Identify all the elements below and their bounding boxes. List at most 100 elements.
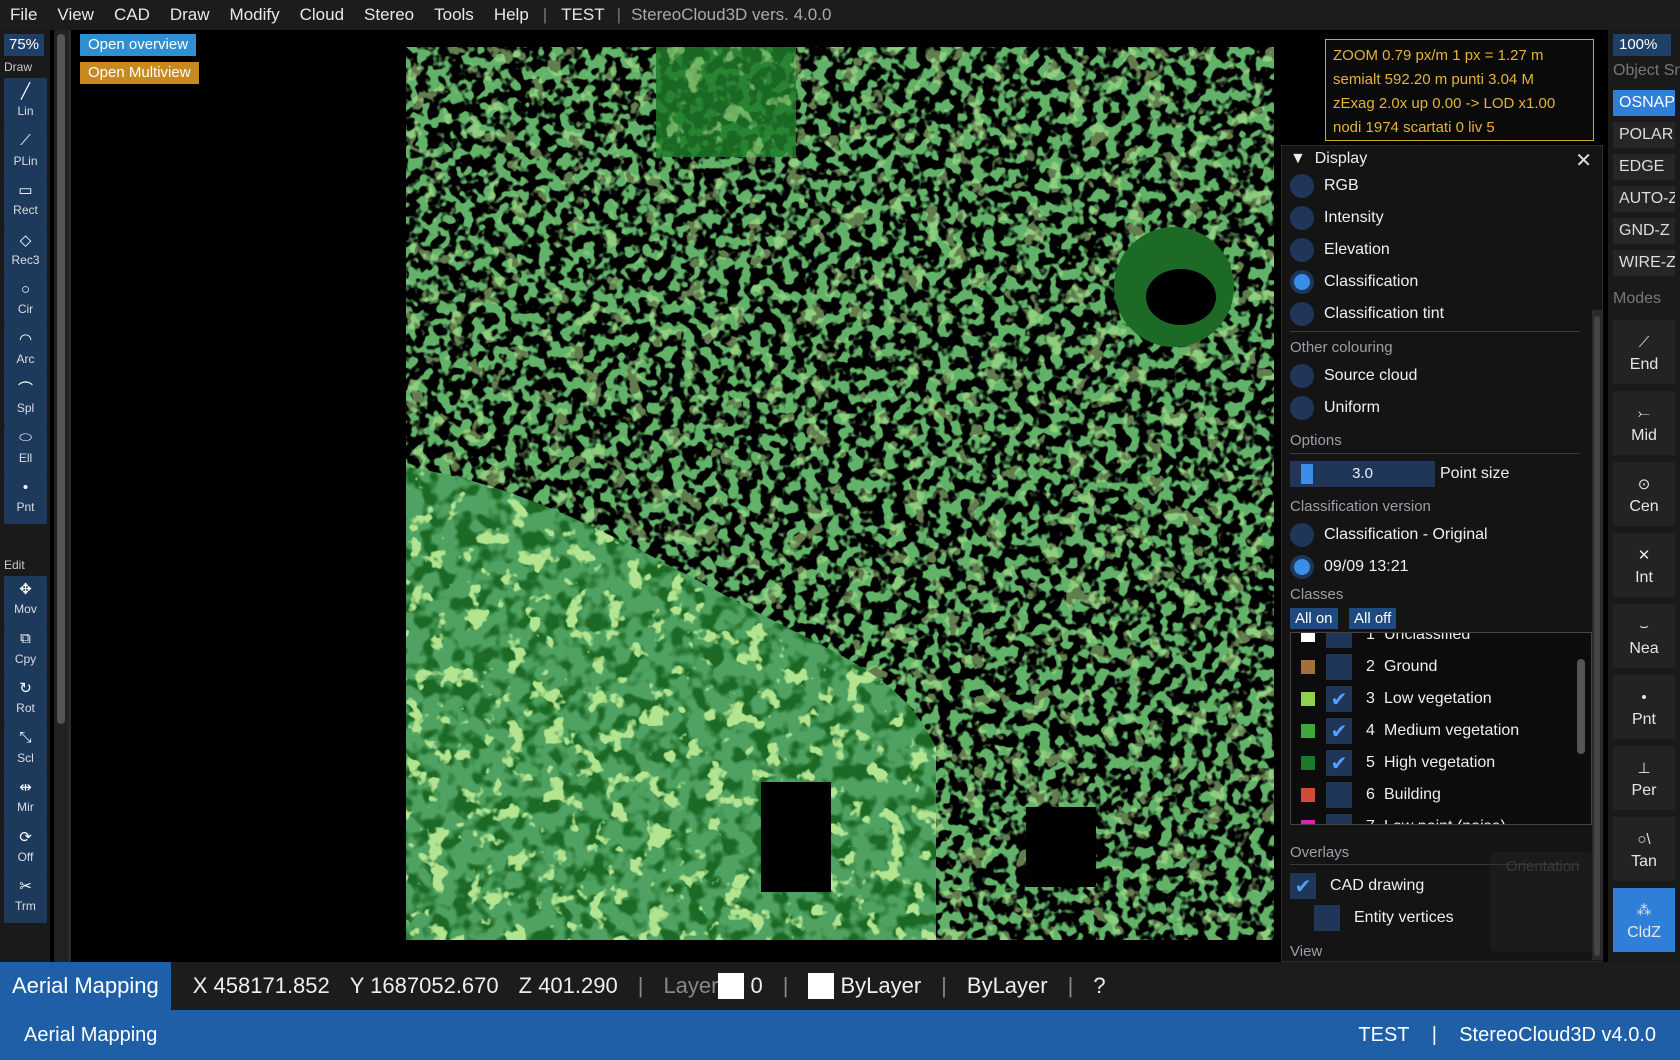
workspace-label[interactable]: Aerial Mapping	[0, 962, 171, 1010]
class-row[interactable]: ✔ 5 High vegetation	[1291, 749, 1581, 777]
tool-trm-button[interactable]: ✂ Trm	[4, 873, 47, 923]
snap-end-button[interactable]: ⟋ End	[1613, 320, 1675, 384]
classification-version-option[interactable]: 09/09 13:21	[1290, 553, 1409, 581]
class-checkbox[interactable]: ✔	[1326, 718, 1352, 744]
cad-drawing-toggle[interactable]: ✔ CAD drawing	[1290, 872, 1424, 900]
snap-pnt-button[interactable]: • Pnt	[1613, 675, 1675, 739]
layer-color-swatch[interactable]	[718, 973, 745, 999]
tool-plin-button[interactable]: ⟋ PLin	[4, 127, 47, 178]
snap-cldz-button[interactable]: ⁂ CldZ	[1613, 888, 1675, 952]
panel-scroll-thumb[interactable]	[1594, 316, 1600, 956]
mode-edge-button[interactable]: EDGE	[1613, 154, 1675, 180]
class-checkbox[interactable]	[1326, 782, 1352, 808]
tool-pnt-button[interactable]: • Pnt	[4, 474, 47, 524]
display-mode-option[interactable]: Elevation	[1290, 236, 1390, 264]
color-swatch[interactable]	[808, 973, 835, 999]
checkbox[interactable]	[1314, 905, 1340, 931]
linetype-value[interactable]: ByLayer	[957, 973, 1058, 999]
mode-osnap-button[interactable]: OSNAP	[1613, 90, 1675, 116]
tool-mir-button[interactable]: ⇹ Mir	[4, 774, 47, 824]
menu-file[interactable]: File	[0, 5, 47, 25]
snap-mid-button[interactable]: ⤚ Mid	[1613, 391, 1675, 455]
radio-button[interactable]	[1290, 270, 1314, 294]
class-checkbox[interactable]: ✔	[1326, 750, 1352, 776]
snap-tan-button[interactable]: ○\ Tan	[1613, 817, 1675, 881]
radio-button[interactable]	[1290, 555, 1314, 579]
all-off-button[interactable]: All off	[1349, 608, 1397, 629]
display-mode-option[interactable]: Intensity	[1290, 204, 1384, 232]
rect3-icon: ◇	[19, 231, 32, 249]
classes-list[interactable]: 1 Unclassified 2 Ground ✔ 3 Low vegetation ✔ 4 Me…	[1290, 632, 1592, 825]
class-row[interactable]: 2 Ground	[1291, 653, 1581, 681]
class-row[interactable]: 6 Building	[1291, 781, 1581, 809]
menu-tools[interactable]: Tools	[424, 5, 484, 25]
menu-modify[interactable]: Modify	[220, 5, 290, 25]
left-scrollbar[interactable]	[54, 30, 68, 962]
snap-int-button[interactable]: ✕ Int	[1613, 533, 1675, 597]
radio-button[interactable]	[1290, 396, 1314, 420]
class-checkbox[interactable]	[1326, 654, 1352, 680]
other-colouring-option[interactable]: Uniform	[1290, 394, 1380, 422]
left-zoom-level[interactable]: 75%	[4, 34, 44, 56]
snap-nea-button[interactable]: ⌣ Nea	[1613, 604, 1675, 668]
class-checkbox[interactable]	[1326, 633, 1352, 648]
radio-button[interactable]	[1290, 238, 1314, 262]
tool-ell-button[interactable]: ⬭ Ell	[4, 424, 47, 475]
tool-rect-button[interactable]: ▭ Rect	[4, 177, 47, 227]
help-button[interactable]: ?	[1083, 973, 1115, 999]
class-checkbox[interactable]: ✔	[1326, 686, 1352, 712]
tool-scl-button[interactable]: ⤡ Scl	[4, 724, 47, 775]
radio-button[interactable]	[1290, 174, 1314, 198]
radio-button[interactable]	[1290, 364, 1314, 388]
radio-button[interactable]	[1290, 302, 1314, 326]
entity-vertices-toggle[interactable]: Entity vertices	[1314, 904, 1454, 932]
menu-cad[interactable]: CAD	[104, 5, 160, 25]
right-zoom-level[interactable]: 100%	[1613, 34, 1671, 56]
menu-view[interactable]: View	[47, 5, 104, 25]
display-mode-option[interactable]: Classification tint	[1290, 300, 1444, 328]
collapse-triangle-icon[interactable]: ▼	[1290, 150, 1306, 167]
mode-gnd-z-button[interactable]: GND-Z	[1613, 218, 1675, 244]
menu-stereo[interactable]: Stereo	[354, 5, 424, 25]
classification-version-option[interactable]: Classification - Original	[1290, 521, 1488, 549]
class-row[interactable]: 7Low point (noise)	[1291, 813, 1581, 824]
snap-cen-button[interactable]: ⊙ Cen	[1613, 462, 1675, 526]
tool-cpy-button[interactable]: ⧉ Cpy	[4, 625, 47, 676]
mode-auto-z-button[interactable]: AUTO-Z	[1613, 186, 1675, 212]
point-size-slider[interactable]: 3.0	[1290, 461, 1435, 487]
tool-rot-button[interactable]: ↻ Rot	[4, 675, 47, 725]
display-mode-option[interactable]: RGB	[1290, 172, 1359, 200]
tool-spl-button[interactable]: ⌒ Spl	[4, 375, 47, 425]
layer-value[interactable]: 0	[748, 973, 772, 999]
radio-button[interactable]	[1290, 523, 1314, 547]
classes-scroll-thumb[interactable]	[1577, 659, 1585, 754]
menu-draw[interactable]: Draw	[160, 5, 220, 25]
tool-off-button[interactable]: ⟳ Off	[4, 823, 47, 874]
tool-rec3-button[interactable]: ◇ Rec3	[4, 226, 47, 277]
class-row[interactable]: ✔ 4 Medium vegetation	[1291, 717, 1581, 745]
menu-help[interactable]: Help	[484, 5, 539, 25]
mode-wire-z-button[interactable]: WIRE-Z	[1613, 250, 1675, 276]
display-mode-option[interactable]: Classification	[1290, 268, 1418, 296]
mode-polar-button[interactable]: POLAR	[1613, 122, 1675, 148]
radio-button[interactable]	[1290, 206, 1314, 230]
menu-cloud[interactable]: Cloud	[290, 5, 354, 25]
class-row[interactable]: ✔ 3 Low vegetation	[1291, 685, 1581, 713]
class-row[interactable]: 1 Unclassified	[1291, 633, 1581, 649]
open-overview-button[interactable]: Open overview	[80, 34, 197, 56]
point-cloud-view[interactable]	[406, 47, 1274, 940]
other-colouring-option[interactable]: Source cloud	[1290, 362, 1417, 390]
tool-lin-button[interactable]: ╱ Lin	[4, 78, 47, 128]
close-icon[interactable]: ✕	[1575, 148, 1592, 173]
display-panel-header[interactable]: ▼ Display	[1290, 150, 1367, 168]
checkbox[interactable]: ✔	[1290, 873, 1316, 899]
all-on-button[interactable]: All on	[1290, 608, 1338, 629]
open-multiview-button[interactable]: Open Multiview	[80, 62, 199, 84]
left-scroll-thumb[interactable]	[57, 34, 65, 724]
color-value[interactable]: ByLayer	[838, 973, 931, 999]
snap-per-button[interactable]: ⊥ Per	[1613, 746, 1675, 810]
tool-cir-button[interactable]: ○ Cir	[4, 276, 47, 326]
tool-arc-button[interactable]: ◠ Arc	[4, 325, 47, 376]
class-checkbox[interactable]	[1326, 814, 1352, 824]
tool-mov-button[interactable]: ✥ Mov	[4, 576, 47, 626]
